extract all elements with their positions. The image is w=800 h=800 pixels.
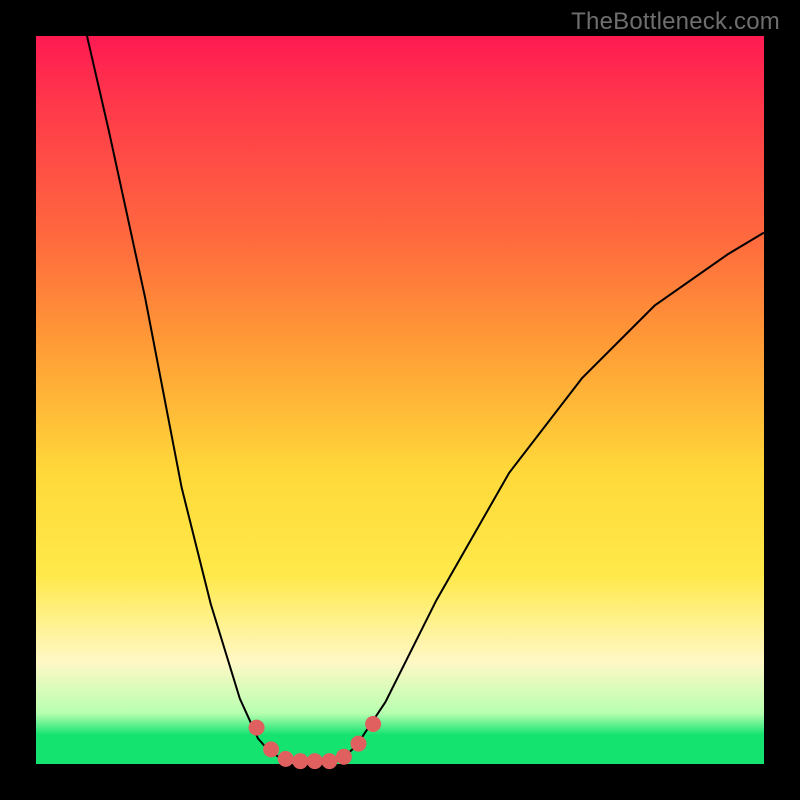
highlight-marker bbox=[263, 741, 279, 757]
highlight-marker bbox=[336, 749, 352, 765]
highlight-marker bbox=[351, 736, 367, 752]
curve-group bbox=[87, 36, 764, 762]
bottleneck-curve bbox=[87, 36, 764, 762]
highlight-marker bbox=[321, 753, 337, 769]
marker-group bbox=[249, 716, 382, 769]
chart-svg bbox=[0, 0, 800, 800]
highlight-marker bbox=[307, 753, 323, 769]
highlight-marker bbox=[249, 720, 265, 736]
highlight-marker bbox=[292, 753, 308, 769]
highlight-marker bbox=[365, 716, 381, 732]
highlight-marker bbox=[278, 751, 294, 767]
chart-frame: TheBottleneck.com bbox=[0, 0, 800, 800]
watermark-text: TheBottleneck.com bbox=[571, 8, 780, 36]
